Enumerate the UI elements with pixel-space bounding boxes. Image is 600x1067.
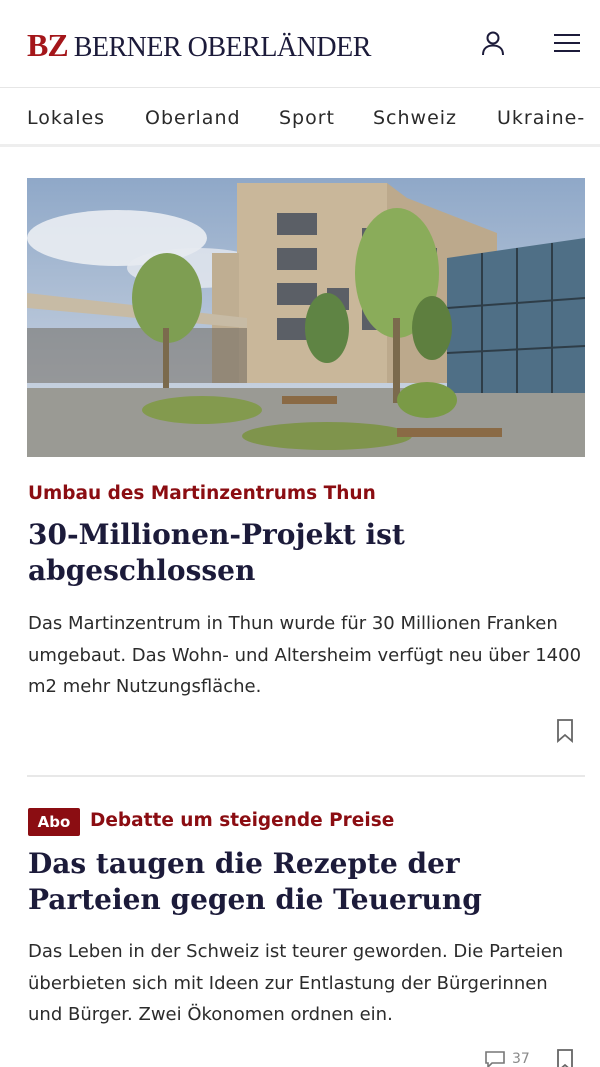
article-headline[interactable]: 30-Millionen-Projekt ist abgeschlossen [28,517,588,589]
bookmark-button[interactable] [554,1048,576,1067]
bookmark-icon [557,1049,573,1067]
comment-icon [485,1051,505,1067]
comments-link[interactable]: 37 [484,1050,530,1067]
building-photo [27,178,585,457]
bookmark-button[interactable] [554,718,576,744]
user-icon [482,31,504,56]
article-lead: Das Martinzentrum in Thun wurde für 30 M… [28,613,582,697]
article-divider [27,775,585,777]
logo-bz: BZ [27,27,69,63]
nav-item-sport[interactable]: Sport [279,107,335,129]
comment-count: 37 [512,1051,530,1067]
abo-badge: Abo [28,808,80,836]
section-nav: Lokales Oberland Sport Schweiz Ukraine- [0,89,600,147]
bookmark-icon [557,719,573,743]
nav-item-schweiz[interactable]: Schweiz [373,107,457,129]
site-header: BZ BERNER OBERLÄNDER [0,0,600,88]
hamburger-menu-icon [554,34,580,52]
nav-item-oberland[interactable]: Oberland [145,107,241,129]
nav-item-ukraine[interactable]: Ukraine- [497,107,585,129]
article-kicker: Debatte um steigende Preise [90,810,395,831]
article-image[interactable] [27,178,585,457]
article-headline[interactable]: Das taugen die Rezepte der Parteien gege… [28,846,588,918]
nav-item-lokales[interactable]: Lokales [27,107,105,129]
site-logo[interactable]: BZ BERNER OBERLÄNDER [27,27,371,63]
menu-button[interactable] [550,26,584,60]
account-button[interactable] [476,26,510,60]
article-lead: Das Leben in der Schweiz ist teurer gewo… [28,941,564,1025]
logo-name: BERNER OBERLÄNDER [73,32,372,63]
article-kicker: Umbau des Martinzentrums Thun [28,483,376,504]
